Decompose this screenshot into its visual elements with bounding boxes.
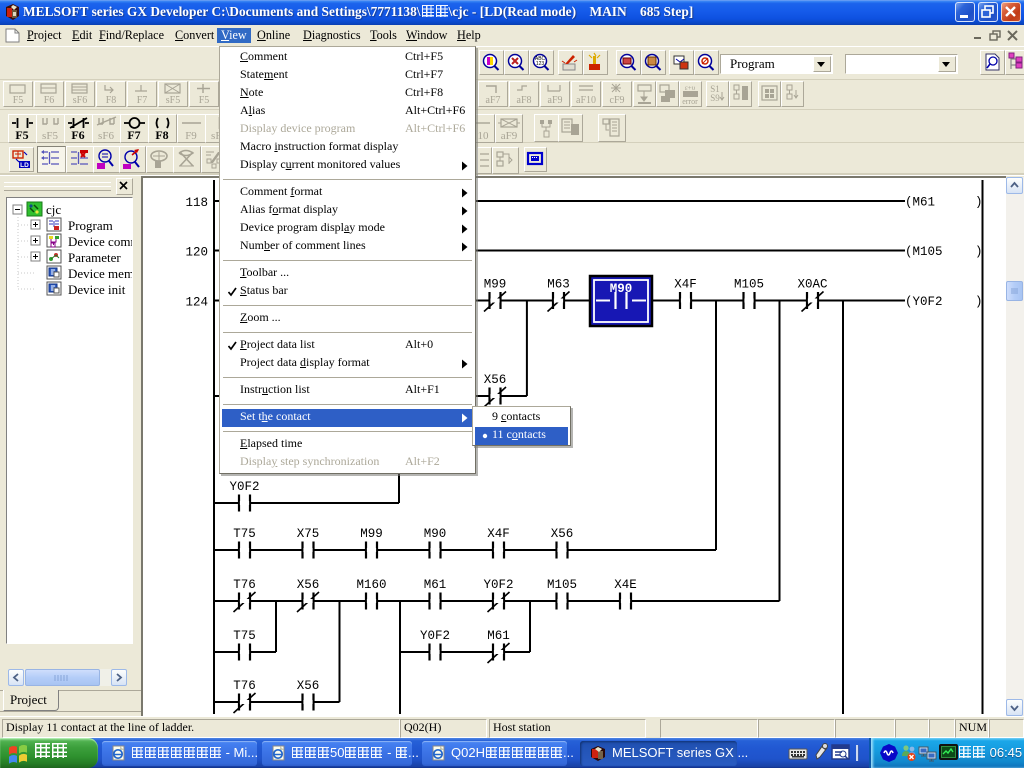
svg-text:T76: T76 bbox=[233, 578, 256, 592]
svg-text:Y0F2: Y0F2 bbox=[229, 480, 259, 494]
svg-text:sF5: sF5 bbox=[42, 130, 58, 142]
svg-text:T75: T75 bbox=[233, 629, 256, 643]
svg-text:M90: M90 bbox=[610, 282, 633, 296]
svg-text:(M61: (M61 bbox=[905, 196, 935, 210]
svg-text:F6: F6 bbox=[44, 95, 55, 106]
svg-text:ε+υ: ε+υ bbox=[685, 84, 696, 92]
svg-text:): ) bbox=[975, 196, 983, 210]
svg-text:X56: X56 bbox=[484, 373, 507, 387]
svg-text:F5: F5 bbox=[15, 128, 28, 142]
svg-text:X4E: X4E bbox=[614, 578, 637, 592]
svg-text:M160: M160 bbox=[356, 578, 386, 592]
svg-text:Y0F2: Y0F2 bbox=[483, 578, 513, 592]
svg-text:124: 124 bbox=[185, 296, 208, 310]
svg-text:): ) bbox=[975, 295, 983, 309]
svg-text:aF10: aF10 bbox=[576, 95, 596, 106]
svg-text:aF9: aF9 bbox=[501, 130, 518, 142]
svg-text:X0AC: X0AC bbox=[797, 278, 827, 292]
svg-text:sF6: sF6 bbox=[73, 95, 87, 106]
svg-text:S9: S9 bbox=[710, 93, 720, 103]
svg-text:F5: F5 bbox=[13, 95, 24, 106]
svg-text:118: 118 bbox=[185, 196, 208, 210]
svg-text:M99: M99 bbox=[360, 527, 383, 541]
svg-text:F8: F8 bbox=[155, 128, 168, 142]
svg-text:(M105: (M105 bbox=[905, 245, 943, 259]
svg-text:cF9: cF9 bbox=[610, 95, 625, 106]
svg-text:120: 120 bbox=[185, 246, 208, 260]
svg-text:T75: T75 bbox=[233, 527, 256, 541]
svg-text:123: 123 bbox=[536, 61, 545, 67]
svg-text:aF7: aF7 bbox=[486, 95, 501, 106]
svg-text:M99: M99 bbox=[484, 278, 507, 292]
svg-text:): ) bbox=[975, 245, 983, 259]
svg-text:Y0F2: Y0F2 bbox=[420, 629, 450, 643]
svg-text:X4F: X4F bbox=[674, 278, 697, 292]
svg-text:F6: F6 bbox=[71, 128, 84, 142]
svg-text:aF9: aF9 bbox=[548, 95, 563, 106]
svg-text:M105: M105 bbox=[734, 278, 764, 292]
svg-text:F7: F7 bbox=[137, 95, 148, 106]
svg-text:X56: X56 bbox=[297, 679, 320, 693]
svg-text:F8: F8 bbox=[106, 95, 117, 106]
svg-text:error: error bbox=[682, 97, 698, 106]
svg-text:sF6: sF6 bbox=[98, 130, 114, 142]
svg-text:X56: X56 bbox=[551, 527, 574, 541]
svg-text:10: 10 bbox=[478, 130, 490, 142]
svg-text:aF8: aF8 bbox=[517, 95, 532, 106]
svg-text:F7: F7 bbox=[127, 128, 140, 142]
svg-text:F5: F5 bbox=[199, 95, 210, 106]
svg-text:M105: M105 bbox=[547, 578, 577, 592]
svg-text:X75: X75 bbox=[297, 527, 320, 541]
svg-text:X4F: X4F bbox=[487, 527, 510, 541]
svg-text:LD: LD bbox=[20, 162, 29, 169]
svg-text:F9: F9 bbox=[185, 130, 197, 142]
svg-text:M61: M61 bbox=[424, 578, 447, 592]
svg-text:(Y0F2: (Y0F2 bbox=[905, 295, 943, 309]
svg-text:X56: X56 bbox=[297, 578, 320, 592]
svg-text:M61: M61 bbox=[487, 629, 510, 643]
svg-text:M63: M63 bbox=[547, 278, 570, 292]
svg-text:M90: M90 bbox=[424, 527, 447, 541]
svg-text:T76: T76 bbox=[233, 679, 256, 693]
svg-text:sF5: sF5 bbox=[166, 95, 180, 106]
